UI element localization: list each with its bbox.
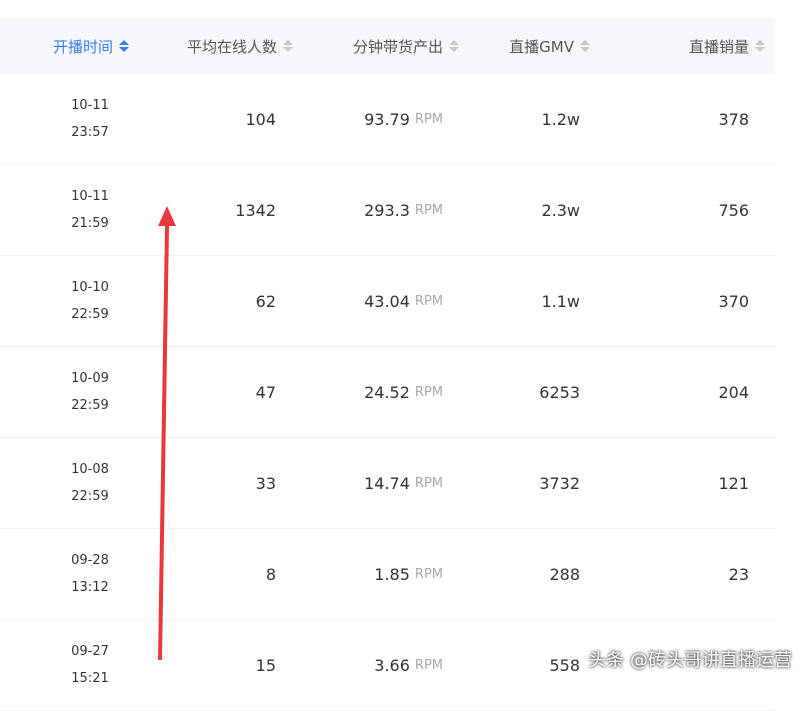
cell-sales: 756 (718, 200, 749, 220)
table-row[interactable]: 10-11 23:57 104 93.79 RPM 1.2w 378 (0, 74, 775, 165)
cell-gmv: 558 (549, 655, 580, 675)
cell-avg-online: 33 (255, 473, 276, 493)
cell-rpm: 3.66 RPM (300, 620, 468, 710)
cell-sales: 23 (728, 564, 749, 584)
cell-avg-online: 104 (245, 109, 276, 129)
cell-start-time: 09-28 13:12 (0, 529, 132, 619)
table-header: 开播时间 平均在线人数 分钟带货产出 直播GMV 直播销量 (0, 18, 775, 74)
cell-rpm-unit: RPM (414, 475, 443, 491)
cell-gmv: 288 (549, 564, 580, 584)
header-avg-online[interactable]: 平均在线人数 (132, 18, 300, 74)
cell-time: 22:59 (71, 307, 109, 322)
cell-date: 09-28 (71, 553, 109, 568)
cell-gmv: 6253 (539, 382, 580, 402)
cell-sales: 204 (718, 382, 749, 402)
cell-date: 10-09 (71, 371, 109, 386)
cell-date: 09-27 (71, 644, 109, 659)
table-row[interactable]: 10-11 21:59 1342 293.3 RPM 2.3w 756 (0, 165, 775, 256)
sort-icon[interactable] (283, 40, 293, 52)
cell-rpm-unit: RPM (414, 384, 443, 400)
cell-avg-online: 1342 (235, 200, 276, 220)
cell-rpm-unit: RPM (414, 566, 443, 582)
cell-rpm-value: 1.85 (374, 564, 410, 584)
table-row[interactable]: 10-10 22:59 62 43.04 RPM 1.1w 370 (0, 256, 775, 347)
cell-start-time: 10-08 22:59 (0, 438, 132, 528)
cell-rpm: 1.85 RPM (300, 529, 468, 619)
cell-gmv: 2.3w (541, 200, 580, 220)
cell-time: 15:21 (71, 671, 109, 686)
cell-date: 10-08 (71, 462, 109, 477)
cell-rpm-value: 43.04 (364, 291, 410, 311)
header-rpm[interactable]: 分钟带货产出 (300, 18, 468, 74)
cell-rpm: 93.79 RPM (300, 74, 468, 164)
sort-icon[interactable] (580, 40, 590, 52)
cell-rpm: 293.3 RPM (300, 165, 468, 255)
header-label: 直播销量 (688, 37, 749, 56)
header-label: 分钟带货产出 (352, 37, 443, 56)
cell-gmv: 1.2w (541, 109, 580, 129)
cell-time: 13:12 (71, 580, 109, 595)
cell-rpm-unit: RPM (414, 657, 443, 673)
header-gmv[interactable]: 直播GMV (468, 18, 600, 74)
cell-rpm-value: 293.3 (364, 200, 410, 220)
cell-time: 22:59 (71, 489, 109, 504)
sort-icon[interactable] (755, 40, 765, 52)
watermark: 头条 @砖头哥讲直播运营 (588, 650, 792, 671)
live-session-table: 开播时间 平均在线人数 分钟带货产出 直播GMV 直播销量 10-11 23:5… (0, 18, 775, 711)
table-row[interactable]: 10-09 22:59 47 24.52 RPM 6253 204 (0, 347, 775, 438)
cell-time: 21:59 (71, 216, 109, 231)
header-sales[interactable]: 直播销量 (600, 18, 775, 74)
cell-rpm-unit: RPM (414, 202, 443, 218)
table-body: 10-11 23:57 104 93.79 RPM 1.2w 378 10-11 … (0, 74, 775, 711)
cell-avg-online: 15 (255, 655, 276, 675)
cell-gmv: 1.1w (541, 291, 580, 311)
header-label: 直播GMV (509, 37, 574, 56)
cell-avg-online: 62 (255, 291, 276, 311)
cell-date: 10-11 (71, 98, 109, 113)
cell-sales: 378 (718, 109, 749, 129)
sort-icon[interactable] (449, 40, 459, 52)
cell-rpm-unit: RPM (414, 293, 443, 309)
cell-start-time: 09-27 15:21 (0, 620, 132, 710)
cell-rpm-value: 93.79 (364, 109, 410, 129)
table-row[interactable]: 09-28 13:12 8 1.85 RPM 288 23 (0, 529, 775, 620)
cell-time: 23:57 (71, 125, 109, 140)
cell-avg-online: 8 (265, 564, 276, 584)
header-label: 开播时间 (52, 37, 113, 56)
cell-start-time: 10-09 22:59 (0, 347, 132, 437)
header-label: 平均在线人数 (186, 37, 277, 56)
cell-start-time: 10-10 22:59 (0, 256, 132, 346)
cell-gmv: 3732 (539, 473, 580, 493)
cell-time: 22:59 (71, 398, 109, 413)
cell-start-time: 10-11 23:57 (0, 74, 132, 164)
cell-start-time: 10-11 21:59 (0, 165, 132, 255)
cell-sales: 370 (718, 291, 749, 311)
cell-rpm: 24.52 RPM (300, 347, 468, 437)
cell-rpm-unit: RPM (414, 111, 443, 127)
cell-rpm: 14.74 RPM (300, 438, 468, 528)
cell-rpm-value: 14.74 (364, 473, 410, 493)
cell-rpm-value: 24.52 (364, 382, 410, 402)
cell-avg-online: 47 (255, 382, 276, 402)
cell-sales: 121 (718, 473, 749, 493)
cell-date: 10-11 (71, 189, 109, 204)
sort-icon[interactable] (119, 40, 129, 52)
table-row[interactable]: 10-08 22:59 33 14.74 RPM 3732 121 (0, 438, 775, 529)
cell-rpm-value: 3.66 (374, 655, 410, 675)
cell-rpm: 43.04 RPM (300, 256, 468, 346)
header-start-time[interactable]: 开播时间 (0, 18, 132, 74)
cell-date: 10-10 (71, 280, 109, 295)
